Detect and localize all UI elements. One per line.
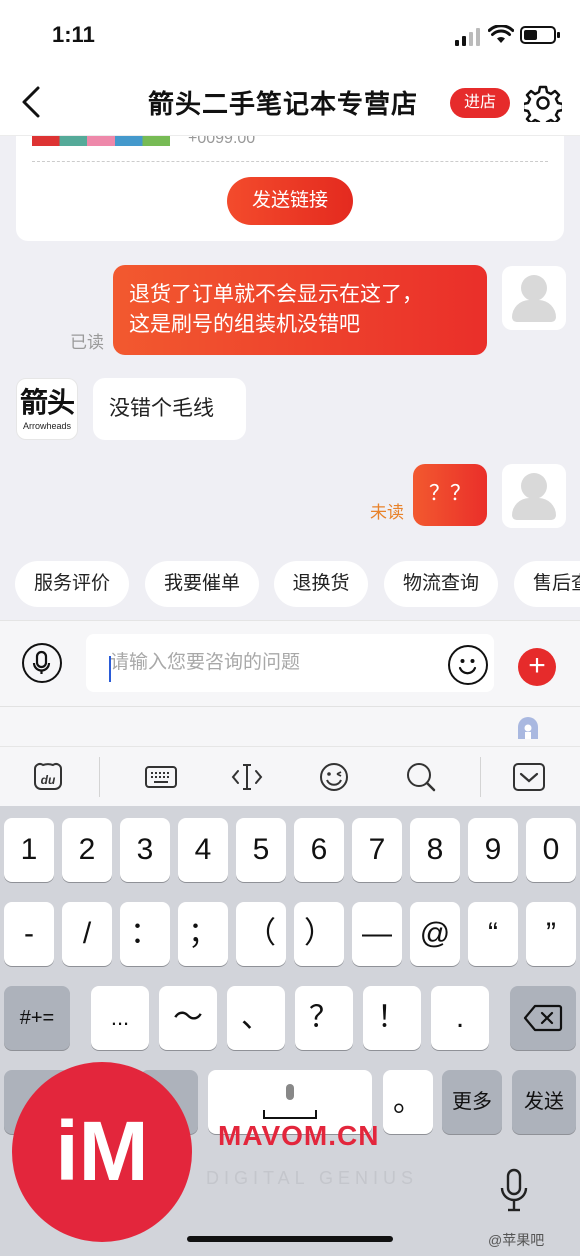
- space-mic-icon: [263, 1084, 317, 1119]
- assistant-icon[interactable]: [514, 715, 542, 741]
- message-bubble-outgoing[interactable]: 退货了订单就不会显示在这了， 这是刷号的组装机没错吧: [113, 265, 487, 355]
- message-input[interactable]: [86, 634, 494, 692]
- quick-action-service-review[interactable]: 服务评价: [15, 561, 129, 607]
- divider: [99, 757, 100, 797]
- cellular-signal-icon: [455, 28, 481, 46]
- message-bubble-outgoing[interactable]: ？？: [413, 464, 487, 526]
- key-6[interactable]: 6: [294, 818, 344, 882]
- key-1[interactable]: 1: [4, 818, 54, 882]
- more-key[interactable]: 更多: [442, 1070, 502, 1134]
- watermark-brand: MAVOM.CN: [218, 1120, 380, 1151]
- home-indicator[interactable]: [187, 1236, 393, 1242]
- key-ideographic-period[interactable]: 。: [383, 1070, 433, 1134]
- divider: [480, 757, 481, 797]
- hide-keyboard-icon[interactable]: [511, 759, 547, 795]
- key-8[interactable]: 8: [410, 818, 460, 882]
- keyboard-toolbar: du: [0, 746, 580, 806]
- gear-icon[interactable]: [524, 84, 562, 122]
- key-3[interactable]: 3: [120, 818, 170, 882]
- user-avatar[interactable]: [502, 266, 566, 330]
- quick-action-logistics[interactable]: 物流查询: [384, 561, 498, 607]
- key-2[interactable]: 2: [62, 818, 112, 882]
- quick-action-urge-order[interactable]: 我要催单: [145, 561, 259, 607]
- key-at[interactable]: @: [410, 902, 460, 966]
- key-7[interactable]: 7: [352, 818, 402, 882]
- product-card: +0099.00 发送链接: [16, 136, 564, 241]
- wifi-icon: [488, 25, 514, 43]
- key-5[interactable]: 5: [236, 818, 286, 882]
- cursor-move-icon[interactable]: [229, 759, 265, 795]
- key-9[interactable]: 9: [468, 818, 518, 882]
- message-text: 没错个毛线: [109, 397, 214, 420]
- read-status: 已读: [70, 333, 104, 352]
- key-ellipsis[interactable]: ...: [91, 986, 149, 1050]
- user-avatar[interactable]: [502, 464, 566, 528]
- shop-logo-text: 箭头: [19, 387, 75, 418]
- key-semicolon[interactable]: ；: [178, 902, 228, 966]
- key-4[interactable]: 4: [178, 818, 228, 882]
- search-icon[interactable]: [403, 759, 439, 795]
- message-bubble-incoming[interactable]: 没错个毛线: [93, 378, 246, 440]
- key-tilde[interactable]: ～: [159, 986, 217, 1050]
- baidu-input-logo-icon[interactable]: du: [30, 759, 66, 795]
- key-dash[interactable]: —: [352, 902, 402, 966]
- watermark-badge: iM: [12, 1062, 192, 1242]
- dictation-microphone-icon[interactable]: [498, 1168, 530, 1214]
- key-question[interactable]: ？: [295, 986, 353, 1050]
- message-text-line: 这是刷号的组装机没错吧: [129, 313, 360, 336]
- quick-actions: 服务评价 我要催单 退换货 物流查询 售后查询: [0, 561, 580, 609]
- shop-avatar[interactable]: 箭头 Arrowheads: [16, 378, 78, 440]
- status-time: 1:11: [52, 22, 95, 47]
- back-chevron-icon[interactable]: [14, 82, 54, 122]
- keyboard-icon[interactable]: [143, 759, 179, 795]
- key-symbols[interactable]: #+=: [4, 986, 70, 1050]
- key-right-quote[interactable]: ”: [526, 902, 576, 966]
- shop-title: 箭头二手笔记本专营店: [148, 89, 419, 119]
- message-text: ？？: [429, 482, 471, 505]
- emoji-icon[interactable]: [448, 645, 488, 685]
- emoji-wink-icon[interactable]: [316, 759, 352, 795]
- microphone-icon[interactable]: [22, 643, 62, 683]
- nav-bar: 箭头二手笔记本专营店 进店: [0, 70, 580, 136]
- key-right-paren[interactable]: ）: [294, 902, 344, 966]
- watermark-tagline: DIGITAL GENIUS: [206, 1168, 419, 1188]
- product-price: +0099.00: [188, 136, 256, 147]
- message-text-line: 退货了订单就不会显示在这了，: [129, 283, 423, 306]
- plus-icon[interactable]: +: [518, 648, 556, 686]
- send-key[interactable]: 发送: [512, 1070, 576, 1134]
- keyboard-suggestion-bar: [0, 706, 580, 746]
- quick-action-return-exchange[interactable]: 退换货: [274, 561, 368, 607]
- input-area: +: [0, 620, 580, 706]
- site-watermark: @苹果吧: [488, 1232, 545, 1248]
- text-cursor: [109, 656, 111, 682]
- svg-text:du: du: [41, 773, 56, 787]
- key-exclamation[interactable]: ！: [363, 986, 421, 1050]
- send-link-button[interactable]: 发送链接: [227, 177, 353, 225]
- key-period[interactable]: .: [431, 986, 489, 1050]
- key-enumeration-comma[interactable]: 、: [227, 986, 285, 1050]
- quick-action-after-sales[interactable]: 售后查询: [514, 561, 580, 607]
- backspace-key[interactable]: [510, 986, 576, 1050]
- product-thumbnail[interactable]: [32, 136, 170, 146]
- key-slash[interactable]: /: [62, 902, 112, 966]
- key-left-quote[interactable]: “: [468, 902, 518, 966]
- key-colon[interactable]: ：: [120, 902, 170, 966]
- status-bar: 1:11: [0, 0, 580, 70]
- enter-shop-button[interactable]: 进店: [450, 88, 510, 118]
- unread-status: 未读: [370, 503, 404, 522]
- backspace-icon: [523, 1004, 563, 1032]
- battery-icon: [520, 26, 560, 44]
- key-left-paren[interactable]: （: [236, 902, 286, 966]
- key-hyphen[interactable]: -: [4, 902, 54, 966]
- divider: [32, 161, 548, 162]
- key-0[interactable]: 0: [526, 818, 576, 882]
- shop-logo-subtext: Arrowheads: [22, 421, 72, 431]
